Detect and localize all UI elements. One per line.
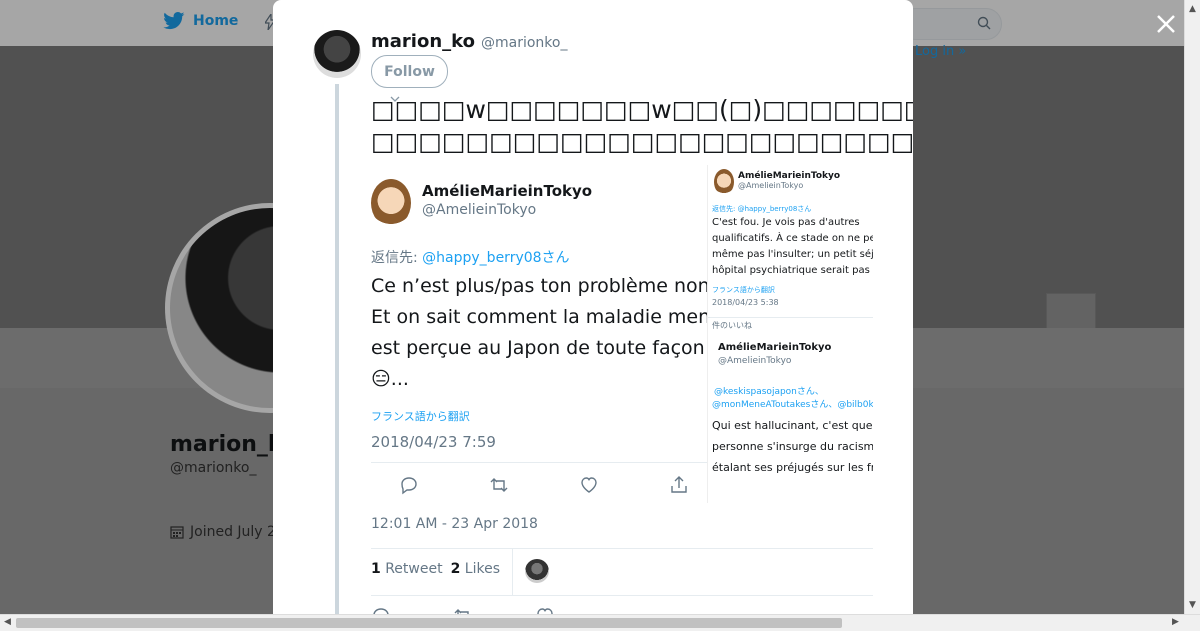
- like-stat[interactable]: 2 Likes: [451, 561, 500, 577]
- side-bottom-body-line: Qui est hallucinant, c'est que ce: [712, 419, 873, 432]
- side-reply: 返信先: @happy_berry08さん: [712, 205, 812, 213]
- side-bottom-body-line: étalant ses préjugés sur les fran: [712, 461, 873, 474]
- embedded-author-handle: @AmelieinTokyo: [422, 202, 537, 218]
- side-body-line: même pas l'insulter; un petit séjour en: [712, 249, 873, 260]
- side-liked-label: 件のいいね: [712, 321, 752, 330]
- liker-avatar[interactable]: [525, 559, 549, 583]
- tweet-text-line-2: □□□□□□□□□□□□□□□□□□□□□□□□□□□□□□□□□□□□□□□□…: [371, 127, 913, 156]
- tweet-actions: [371, 606, 555, 614]
- divider: [371, 595, 873, 596]
- stats-separator: [512, 549, 513, 595]
- embedded-body-line: est perçue au Japon de toute façon: [371, 337, 705, 359]
- retweet-icon: [490, 478, 508, 492]
- share-icon: [671, 476, 687, 493]
- embedded-body-line: 😑...: [371, 368, 409, 390]
- side-avatar: [714, 169, 734, 195]
- tweet-author-avatar[interactable]: [313, 30, 361, 78]
- retweet-icon[interactable]: [453, 606, 473, 614]
- reply-icon[interactable]: [371, 606, 391, 614]
- embedded-reply-handle: @happy_berry08さん: [422, 250, 570, 266]
- tweet-stats: 1 Retweet 2 Likes: [371, 561, 500, 577]
- tweet-author-name[interactable]: marion_ko: [371, 31, 475, 52]
- divider: [371, 548, 873, 549]
- scrollbar-thumb[interactable]: [16, 618, 842, 628]
- embedded-body-line: Ce n’est plus/pas ton problème non plus: [371, 275, 756, 297]
- tweet-date[interactable]: 12:01 AM - 23 Apr 2018: [371, 516, 538, 532]
- tweet-media-image[interactable]: AmélieMarieinTokyo @AmelieinTokyo 返信先: @…: [371, 165, 873, 503]
- side-tweet-bottom: 件のいいね AmélieMarieinTokyo @AmelieinTokyo …: [712, 319, 873, 503]
- follow-button[interactable]: Follow: [371, 55, 448, 88]
- side-timestamp: 2018/04/23 5:38: [712, 298, 779, 307]
- scroll-up-arrow-icon[interactable]: ▲: [1189, 4, 1196, 14]
- heart-icon: [581, 477, 597, 493]
- thread-line: [335, 84, 339, 614]
- scroll-right-arrow-icon[interactable]: ▶: [1172, 617, 1179, 627]
- like-stat-label: Likes: [464, 561, 500, 577]
- retweet-count: 1: [371, 561, 381, 577]
- like-count: 2: [450, 561, 461, 577]
- close-icon[interactable]: [1152, 10, 1180, 38]
- embedded-actions: [399, 475, 689, 495]
- embedded-timestamp: 2018/04/23 7:59: [371, 433, 496, 451]
- side-body-line: C'est fou. Je vois pas d'autres: [712, 217, 860, 228]
- tweet-author-handle[interactable]: @marionko_: [481, 35, 567, 51]
- tweet-text-line-1: □□□□w□□□□□□□w□□(□)□□□□□□□□□□□□□□□□□□□□□□…: [371, 95, 913, 124]
- side-body-line: qualificatifs. À ce stade on ne peut: [712, 233, 873, 244]
- embedded-tweet-side: AmélieMarieinTokyo @AmelieinTokyo 返信先: @…: [707, 165, 873, 503]
- heart-icon[interactable]: [535, 606, 555, 614]
- embedded-author-name: AmélieMarieinTokyo: [422, 182, 593, 200]
- side-author-handle: @AmelieinTokyo: [738, 181, 804, 190]
- tweet-modal: marion_ko @marionko_ Follow □□□□w□□□□□□□…: [273, 0, 913, 614]
- embedded-avatar: [371, 179, 411, 227]
- side-bottom-body: Qui est hallucinant, c'est que ce person…: [712, 415, 873, 478]
- side-bottom-name: AmélieMarieinTokyo: [718, 342, 832, 353]
- embedded-translate: フランス語から翻訳: [371, 410, 470, 423]
- side-body-line: hôpital psychiatrique serait pas de trop: [712, 265, 873, 276]
- side-bottom-reply: @keskispasojaponさん、: [714, 387, 824, 397]
- side-separator: [708, 317, 873, 318]
- side-bottom-reply-2: @monMeneAToutakesさん、@bilb0k3tさん: [712, 400, 873, 410]
- side-bottom-handle: @AmelieinTokyo: [718, 356, 792, 366]
- scroll-down-arrow-icon[interactable]: ▼: [1189, 600, 1196, 610]
- embedded-reply-to: 返信先: @happy_berry08さん: [371, 247, 570, 267]
- side-body: C'est fou. Je vois pas d'autres qualific…: [712, 215, 873, 279]
- scroll-left-arrow-icon[interactable]: ◀: [4, 617, 11, 627]
- retweet-stat-label: Retweet: [385, 561, 443, 577]
- embedded-body-line: Et on sait comment la maladie mentale: [371, 306, 747, 328]
- vertical-scrollbar[interactable]: ▲ ▼: [1184, 0, 1200, 614]
- side-bottom-body-line: personne s'insurge du racisme... T: [712, 440, 873, 453]
- reply-icon: [401, 477, 417, 495]
- embedded-tweet-main: AmélieMarieinTokyo @AmelieinTokyo 返信先: @…: [371, 165, 755, 503]
- tweet-text: □□□□w□□□□□□□w□□(□)□□□□□□ □□□□□□□□□□□□□□□□…: [371, 94, 913, 158]
- embedded-body: Ce n’est plus/pas ton problème non plus …: [371, 271, 756, 395]
- horizontal-scrollbar[interactable]: ◀ ▶: [0, 614, 1200, 631]
- embedded-reply-prefix: 返信先:: [371, 250, 418, 266]
- side-translate: フランス語から翻訳: [712, 286, 775, 294]
- retweet-stat[interactable]: 1 Retweet: [371, 561, 443, 577]
- embedded-divider: [371, 462, 707, 463]
- side-tweet-top: AmélieMarieinTokyo @AmelieinTokyo 返信先: @…: [712, 165, 873, 315]
